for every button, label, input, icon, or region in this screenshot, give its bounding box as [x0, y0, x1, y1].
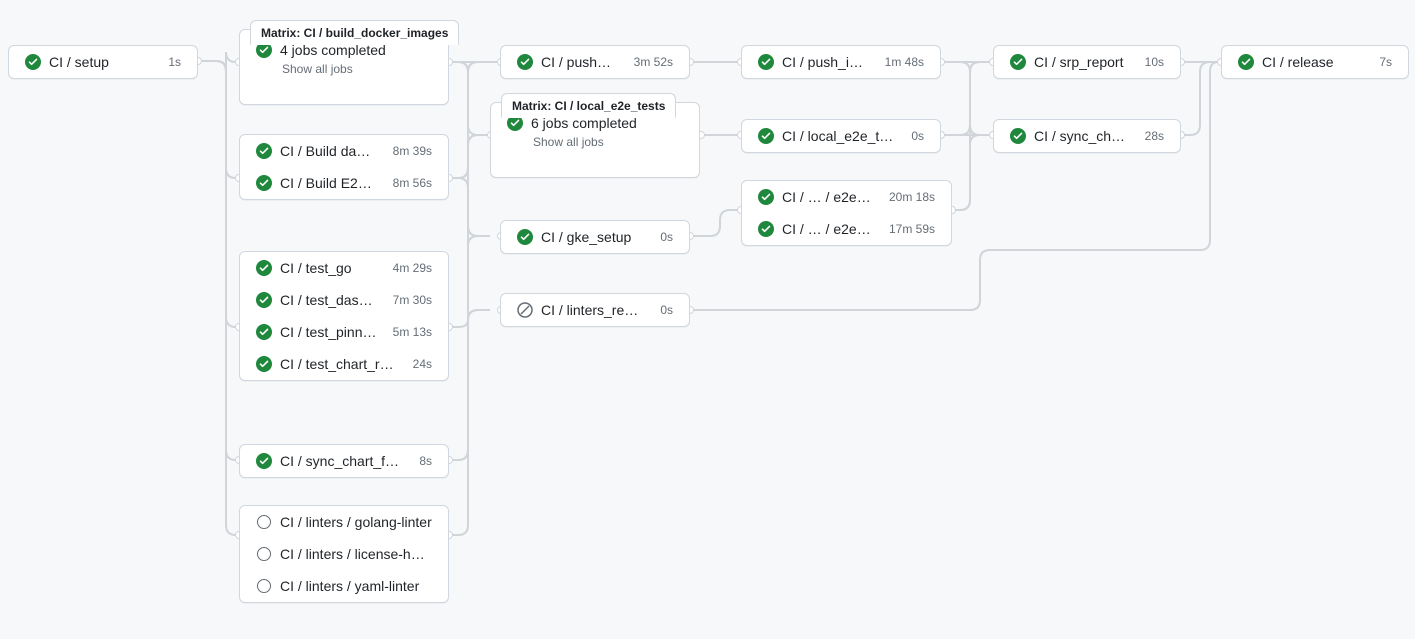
queued-icon: [256, 546, 272, 562]
job-duration: 8m 39s: [393, 144, 432, 158]
job-test-pinniped-proxy[interactable]: CI / test_pinniped_proxy 5m 13s: [240, 316, 448, 348]
job-duration: 4m 29s: [393, 261, 432, 275]
job-duration: 0s: [911, 129, 924, 143]
job-label: CI / linters / license-headers-l…: [280, 546, 432, 562]
job-build-e2e-runner[interactable]: CI / Build E2E runner i… 8m 56s: [240, 167, 448, 199]
job-group-tests: CI / test_go 4m 29s CI / test_dashboard …: [239, 251, 449, 381]
success-icon: [758, 189, 774, 205]
job-label: CI / test_dashboard: [280, 292, 377, 308]
job-duration: 20m 18s: [889, 190, 935, 204]
job-test-chart-render[interactable]: CI / test_chart_render 24s: [240, 348, 448, 380]
workflow-connections: [0, 0, 1415, 639]
success-icon: [256, 175, 272, 191]
job-sync-chart-from-bitnami[interactable]: CI / sync_chart_from_bitna… 8s: [239, 444, 449, 478]
job-duration: 5m 13s: [393, 325, 432, 339]
job-label: CI / sync_chart_to_bitnami: [1034, 128, 1129, 144]
job-duration: 8s: [419, 454, 432, 468]
job-srp-report[interactable]: CI / srp_report 10s: [993, 45, 1181, 79]
matrix-tab-label: Matrix: CI / build_docker_images: [250, 20, 459, 45]
job-build-dashboard[interactable]: CI / Build dashboard i… 8m 39s: [240, 135, 448, 167]
job-group-e2e-tests: CI / … / e2e_tests 20m 18s CI / … / e2e_…: [741, 180, 952, 246]
job-duration: 24s: [413, 357, 432, 371]
job-label: CI / … / e2e_tests: [782, 189, 873, 205]
job-linter-yaml[interactable]: CI / linters / yaml-linter: [240, 570, 448, 602]
job-ci-setup[interactable]: CI / setup 1s: [8, 45, 198, 79]
job-label: CI / gke_setup: [541, 229, 644, 245]
job-label: CI / test_pinniped_proxy: [280, 324, 377, 340]
job-linters-result[interactable]: CI / linters_result 0s: [500, 293, 690, 327]
job-label: CI / Build dashboard i…: [280, 143, 377, 159]
success-icon: [1010, 128, 1026, 144]
job-local-e2e-tests-result[interactable]: CI / local_e2e_tests_result 0s: [741, 119, 941, 153]
job-label: CI / linters / golang-linter: [280, 514, 432, 530]
job-duration: 0s: [660, 303, 673, 317]
job-label: CI / push_dev_images: [541, 54, 618, 70]
job-group-linters: CI / linters / golang-linter CI / linter…: [239, 505, 449, 603]
matrix-build-docker-images[interactable]: Matrix: CI / build_docker_images 4 jobs …: [239, 29, 449, 105]
success-icon: [256, 453, 272, 469]
job-label: CI / linters / yaml-linter: [280, 578, 432, 594]
show-all-jobs-link[interactable]: Show all jobs: [533, 135, 683, 149]
skipped-icon: [517, 302, 533, 318]
job-duration: 1s: [168, 55, 181, 69]
job-label: CI / sync_chart_from_bitna…: [280, 453, 403, 469]
queued-icon: [256, 578, 272, 594]
queued-icon: [256, 514, 272, 530]
job-duration: 8m 56s: [393, 176, 432, 190]
success-icon: [758, 54, 774, 70]
success-icon: [758, 221, 774, 237]
job-label: CI / push_images: [782, 54, 869, 70]
job-e2e-tests-2[interactable]: CI / … / e2e_tests 17m 59s: [742, 213, 951, 245]
matrix-local-e2e-tests[interactable]: Matrix: CI / local_e2e_tests 6 jobs comp…: [490, 102, 700, 178]
success-icon: [256, 260, 272, 276]
job-linter-golang[interactable]: CI / linters / golang-linter: [240, 506, 448, 538]
success-icon: [758, 128, 774, 144]
matrix-tab-label: Matrix: CI / local_e2e_tests: [501, 93, 676, 118]
show-all-jobs-link[interactable]: Show all jobs: [282, 62, 432, 76]
job-label: CI / test_chart_render: [280, 356, 397, 372]
job-duration: 7s: [1379, 55, 1392, 69]
job-label: CI / linters_result: [541, 302, 644, 318]
job-duration: 0s: [660, 230, 673, 244]
job-label: CI / local_e2e_tests_result: [782, 128, 895, 144]
job-label: CI / … / e2e_tests: [782, 221, 873, 237]
job-test-dashboard[interactable]: CI / test_dashboard 7m 30s: [240, 284, 448, 316]
job-duration: 10s: [1145, 55, 1164, 69]
success-icon: [256, 292, 272, 308]
job-label: CI / test_go: [280, 260, 377, 276]
success-icon: [25, 54, 41, 70]
job-duration: 17m 59s: [889, 222, 935, 236]
success-icon: [256, 356, 272, 372]
success-icon: [256, 324, 272, 340]
job-push-dev-images[interactable]: CI / push_dev_images 3m 52s: [500, 45, 690, 79]
job-label: CI / release: [1262, 54, 1363, 70]
success-icon: [256, 143, 272, 159]
job-label: CI / setup: [49, 54, 152, 70]
job-duration: 28s: [1145, 129, 1164, 143]
job-test-go[interactable]: CI / test_go 4m 29s: [240, 252, 448, 284]
success-icon: [1238, 54, 1254, 70]
job-linter-license-headers[interactable]: CI / linters / license-headers-l…: [240, 538, 448, 570]
success-icon: [517, 229, 533, 245]
success-icon: [1010, 54, 1026, 70]
job-label: CI / Build E2E runner i…: [280, 175, 377, 191]
success-icon: [517, 54, 533, 70]
job-duration: 7m 30s: [393, 293, 432, 307]
job-sync-chart-to-bitnami[interactable]: CI / sync_chart_to_bitnami 28s: [993, 119, 1181, 153]
job-push-images[interactable]: CI / push_images 1m 48s: [741, 45, 941, 79]
job-label: CI / srp_report: [1034, 54, 1129, 70]
job-duration: 1m 48s: [885, 55, 924, 69]
job-e2e-tests-1[interactable]: CI / … / e2e_tests 20m 18s: [742, 181, 951, 213]
job-gke-setup[interactable]: CI / gke_setup 0s: [500, 220, 690, 254]
job-group-build: CI / Build dashboard i… 8m 39s CI / Buil…: [239, 134, 449, 200]
job-duration: 3m 52s: [634, 55, 673, 69]
job-release[interactable]: CI / release 7s: [1221, 45, 1409, 79]
